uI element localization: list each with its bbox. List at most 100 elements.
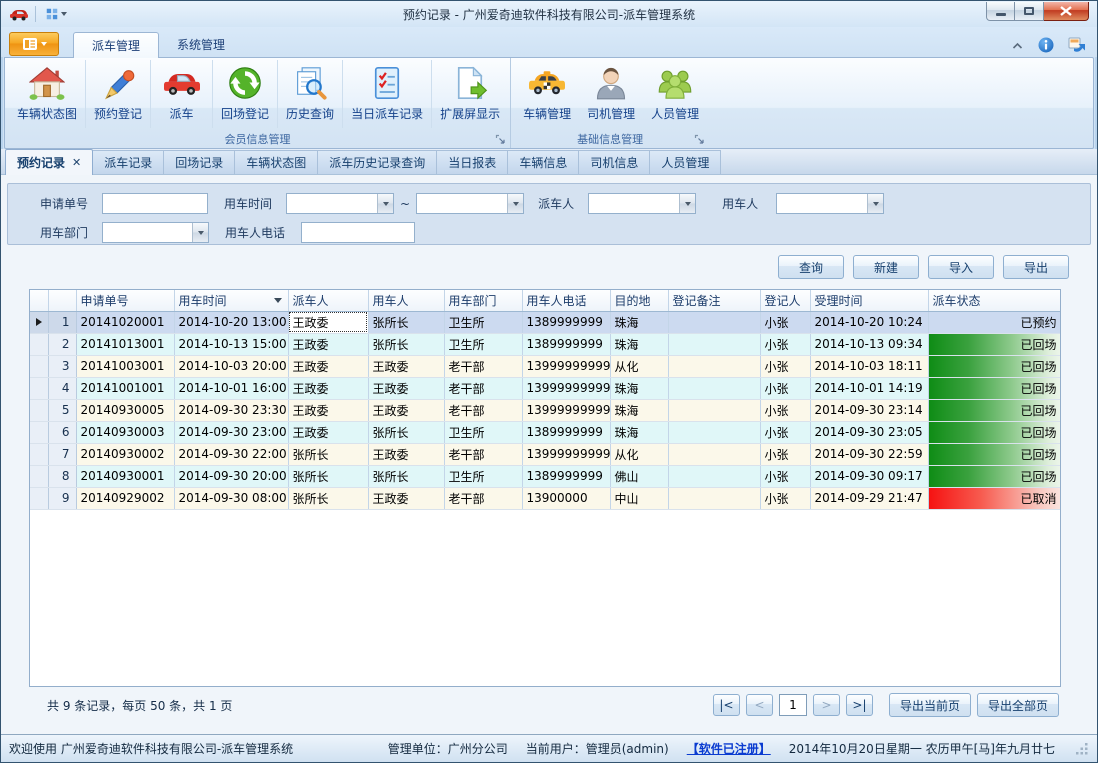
cell-用车人[interactable]: 张所长 [368, 333, 444, 355]
cell-受理时间[interactable]: 2014-09-30 23:05 [810, 421, 928, 443]
cell-用车部门[interactable]: 老干部 [444, 399, 522, 421]
cell-登记人[interactable]: 小张 [760, 311, 810, 333]
cell-用车人电话[interactable]: 1389999999 [522, 311, 610, 333]
tab-vehicle-status-chart[interactable]: 车辆状态图 [235, 150, 318, 174]
status-cell[interactable]: 已取消 [928, 487, 1061, 509]
cell-目的地[interactable]: 珠海 [610, 333, 668, 355]
cell-用车时间[interactable]: 2014-09-30 23:30 [174, 399, 288, 421]
row-marker-cell[interactable] [30, 421, 48, 443]
cell-目的地[interactable]: 佛山 [610, 465, 668, 487]
table-row[interactable]: 9201409290022014-09-30 08:00张所长王政委老干部139… [30, 487, 1061, 509]
cell-派车人[interactable]: 王政委 [288, 377, 368, 399]
cell-目的地[interactable]: 从化 [610, 355, 668, 377]
row-number-cell[interactable]: 7 [48, 443, 76, 465]
row-number-cell[interactable]: 8 [48, 465, 76, 487]
reservation-register-button[interactable]: 预约登记 [85, 60, 150, 128]
cell-用车人[interactable]: 王政委 [368, 399, 444, 421]
column-header-1[interactable]: 用车时间 [174, 290, 288, 311]
row-marker-cell[interactable] [30, 333, 48, 355]
cell-目的地[interactable]: 珠海 [610, 377, 668, 399]
row-marker-cell[interactable] [30, 443, 48, 465]
cell-申请单号[interactable]: 20141013001 [76, 333, 174, 355]
row-number-cell[interactable]: 3 [48, 355, 76, 377]
cell-用车人[interactable]: 王政委 [368, 443, 444, 465]
cell-派车人[interactable]: 王政委 [288, 333, 368, 355]
cell-用车人电话[interactable]: 13900000 [522, 487, 610, 509]
user-phone-input[interactable] [301, 222, 415, 243]
quick-access-button[interactable] [42, 6, 70, 22]
tab-daily-report[interactable]: 当日报表 [437, 150, 508, 174]
column-header-9[interactable]: 受理时间 [810, 290, 928, 311]
prev-page-button[interactable]: < [746, 694, 773, 716]
row-marker-cell[interactable] [30, 311, 48, 333]
minimize-button[interactable] [986, 2, 1015, 21]
page-number-input[interactable] [779, 694, 807, 716]
cell-派车人[interactable]: 张所长 [288, 443, 368, 465]
status-cell[interactable]: 已回场 [928, 355, 1061, 377]
table-row[interactable]: 2201410130012014-10-13 15:00王政委张所长卫生所138… [30, 333, 1061, 355]
export-current-page-button[interactable]: 导出当前页 [889, 693, 971, 717]
close-button[interactable] [1044, 2, 1089, 21]
cell-登记人[interactable]: 小张 [760, 399, 810, 421]
collapse-ribbon-chevron-icon[interactable] [1011, 41, 1024, 50]
column-header-10[interactable]: 派车状态 [928, 290, 1061, 311]
cell-派车人[interactable]: 王政委 [288, 421, 368, 443]
status-cell[interactable]: 已预约 [928, 311, 1061, 333]
cell-用车部门[interactable]: 卫生所 [444, 333, 522, 355]
cell-用车时间[interactable]: 2014-10-03 20:00 [174, 355, 288, 377]
tab-dispatch-history-query[interactable]: 派车历史记录查询 [318, 150, 437, 174]
first-page-button[interactable]: |< [713, 694, 740, 716]
status-cell[interactable]: 已回场 [928, 465, 1061, 487]
dispatch-button[interactable]: 派车 [150, 60, 212, 128]
row-marker-cell[interactable] [30, 399, 48, 421]
cell-登记人[interactable]: 小张 [760, 443, 810, 465]
tab-return-records[interactable]: 回场记录 [164, 150, 235, 174]
cell-派车人[interactable]: 王政委 [288, 311, 368, 333]
cell-用车部门[interactable]: 老干部 [444, 443, 522, 465]
status-cell[interactable]: 已回场 [928, 377, 1061, 399]
query-button[interactable]: 查询 [778, 255, 844, 279]
table-row[interactable]: 7201409300022014-09-30 22:00张所长王政委老干部139… [30, 443, 1061, 465]
table-row[interactable]: 4201410010012014-10-01 16:00王政委王政委老干部139… [30, 377, 1061, 399]
cell-用车部门[interactable]: 卫生所 [444, 465, 522, 487]
cell-用车人电话[interactable]: 13999999999 [522, 399, 610, 421]
cell-用车人电话[interactable]: 13999999999 [522, 443, 610, 465]
cell-登记备注[interactable] [668, 333, 760, 355]
history-query-button[interactable]: 历史查询 [277, 60, 342, 128]
table-row[interactable]: 1201410200012014-10-20 13:00王政委张所长卫生所138… [30, 311, 1061, 333]
extend-screen-button[interactable]: 扩展屏显示 [431, 60, 508, 128]
cell-用车人[interactable]: 张所长 [368, 465, 444, 487]
row-number-cell[interactable]: 4 [48, 377, 76, 399]
style-switch-icon[interactable] [1068, 37, 1085, 53]
cell-用车部门[interactable]: 卫生所 [444, 311, 522, 333]
column-header-8[interactable]: 登记人 [760, 290, 810, 311]
column-header-3[interactable]: 用车人 [368, 290, 444, 311]
cell-受理时间[interactable]: 2014-10-20 10:24 [810, 311, 928, 333]
row-number-cell[interactable]: 2 [48, 333, 76, 355]
cell-目的地[interactable]: 珠海 [610, 399, 668, 421]
column-header-7[interactable]: 登记备注 [668, 290, 760, 311]
cell-目的地[interactable]: 从化 [610, 443, 668, 465]
cell-派车人[interactable]: 王政委 [288, 399, 368, 421]
cell-登记备注[interactable] [668, 355, 760, 377]
table-row[interactable]: 8201409300012014-09-30 20:00张所长张所长卫生所138… [30, 465, 1061, 487]
cell-受理时间[interactable]: 2014-10-13 09:34 [810, 333, 928, 355]
row-marker-cell[interactable] [30, 377, 48, 399]
cell-用车部门[interactable]: 老干部 [444, 487, 522, 509]
status-cell[interactable]: 已回场 [928, 443, 1061, 465]
cell-登记人[interactable]: 小张 [760, 421, 810, 443]
cell-登记备注[interactable] [668, 421, 760, 443]
cell-登记人[interactable]: 小张 [760, 355, 810, 377]
column-header-4[interactable]: 用车部门 [444, 290, 522, 311]
cell-用车时间[interactable]: 2014-09-30 20:00 [174, 465, 288, 487]
column-header-6[interactable]: 目的地 [610, 290, 668, 311]
table-row[interactable]: 3201410030012014-10-03 20:00王政委王政委老干部139… [30, 355, 1061, 377]
column-header-blank[interactable] [30, 290, 48, 311]
cell-用车人电话[interactable]: 1389999999 [522, 421, 610, 443]
vehicle-status-chart-button[interactable]: 车辆状态图 [9, 60, 85, 128]
cell-用车时间[interactable]: 2014-09-30 08:00 [174, 487, 288, 509]
cell-登记备注[interactable] [668, 487, 760, 509]
cell-申请单号[interactable]: 20141003001 [76, 355, 174, 377]
dropdown-button[interactable] [867, 194, 883, 213]
cell-用车时间[interactable]: 2014-09-30 23:00 [174, 421, 288, 443]
